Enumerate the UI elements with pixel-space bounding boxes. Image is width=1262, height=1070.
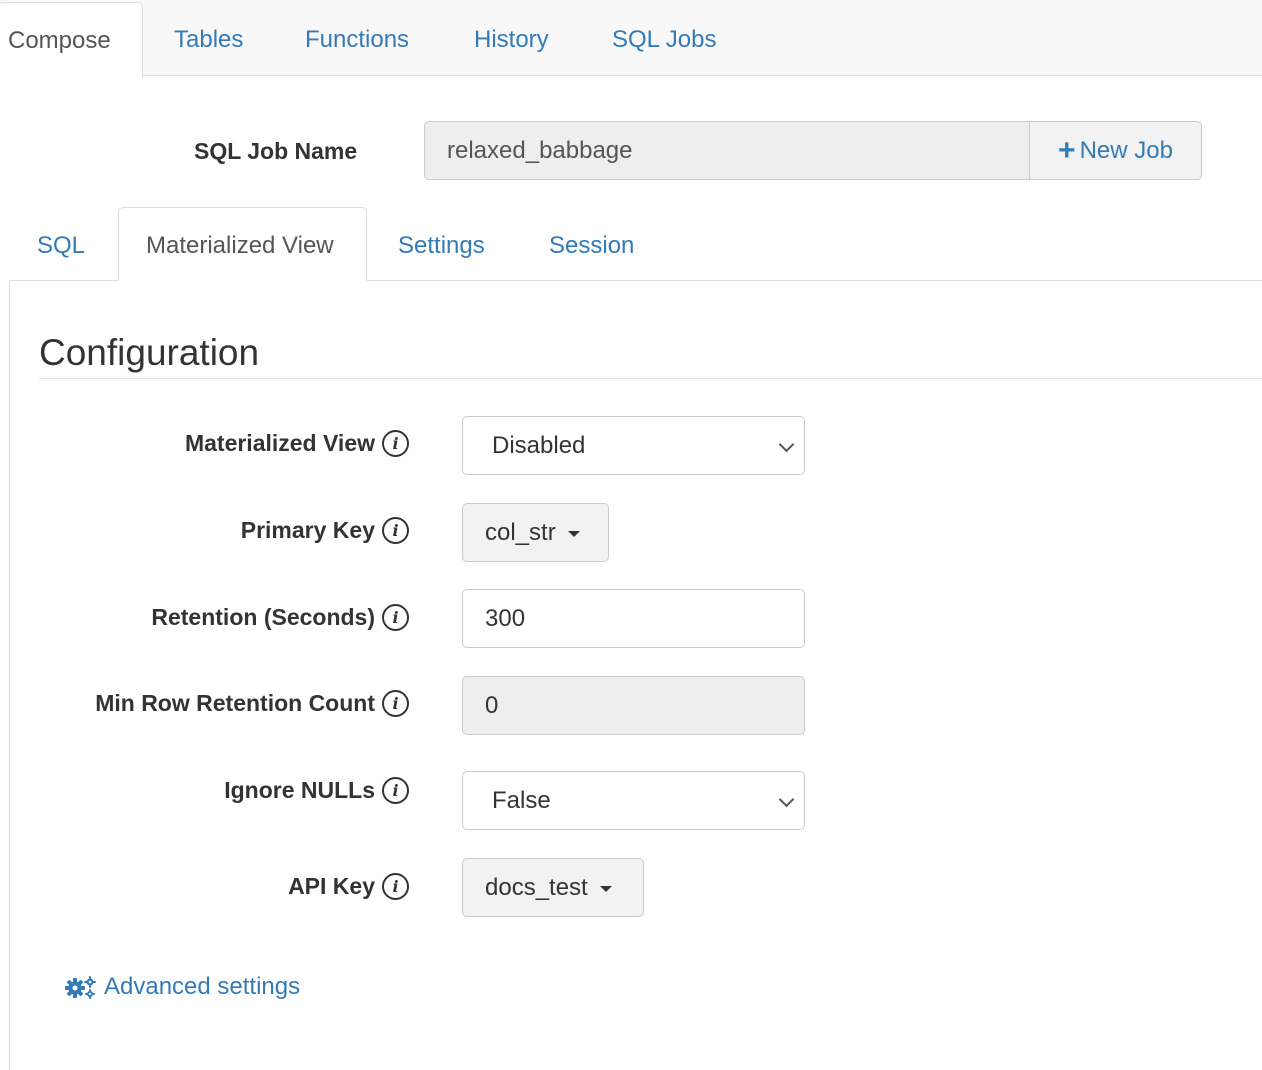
chevron-down-icon (778, 791, 795, 808)
ignore-nulls-select[interactable]: False (462, 771, 805, 830)
section-divider (39, 378, 1262, 379)
primary-key-dropdown[interactable]: col_str (462, 503, 609, 562)
tab-sql[interactable]: SQL (37, 232, 85, 260)
info-icon[interactable]: i (382, 690, 409, 717)
top-tab-bar: Compose Tables Functions History SQL Job… (0, 0, 1262, 77)
materialized-view-value: Disabled (492, 432, 586, 459)
min-row-retention-input: 0 (462, 676, 805, 735)
panel-border (9, 281, 10, 1070)
job-name-input[interactable]: relaxed_babbage (424, 121, 1030, 180)
tab-sql-jobs[interactable]: SQL Jobs (612, 26, 717, 54)
new-job-label: New Job (1079, 137, 1173, 164)
info-icon[interactable]: i (382, 873, 409, 900)
api-key-value: docs_test (485, 874, 588, 901)
retention-input[interactable]: 300 (462, 589, 805, 648)
tab-tables[interactable]: Tables (174, 26, 243, 54)
plus-icon: + (1058, 134, 1076, 167)
api-key-label-text: API Key (288, 873, 375, 899)
primary-key-label-text: Primary Key (240, 517, 375, 543)
job-name-group: relaxed_babbage + New Job (424, 121, 1202, 180)
ignore-nulls-label-text: Ignore NULLs (224, 777, 375, 803)
api-key-dropdown[interactable]: docs_test (462, 858, 644, 917)
materialized-view-select[interactable]: Disabled (462, 416, 805, 475)
job-name-label: SQL Job Name (194, 138, 358, 164)
ignore-nulls-value: False (492, 787, 551, 814)
info-icon[interactable]: i (382, 430, 409, 457)
info-icon[interactable]: i (382, 604, 409, 631)
info-icon[interactable]: i (382, 777, 409, 804)
primary-key-value: col_str (485, 519, 556, 546)
advanced-settings-label: Advanced settings (104, 973, 301, 1000)
tab-settings[interactable]: Settings (398, 232, 485, 260)
tab-history[interactable]: History (474, 26, 549, 54)
retention-label: Retention (Seconds) i (151, 604, 409, 631)
tab-compose-label: Compose (8, 27, 111, 54)
ignore-nulls-label: Ignore NULLs i (224, 777, 409, 804)
min-row-retention-label: Min Row Retention Count i (95, 690, 409, 717)
caret-down-icon (599, 885, 612, 892)
min-row-retention-label-text: Min Row Retention Count (95, 690, 375, 716)
section-title: Configuration (39, 332, 260, 373)
retention-label-text: Retention (Seconds) (151, 604, 375, 630)
caret-down-icon (567, 530, 580, 537)
tab-compose[interactable]: Compose (0, 2, 143, 77)
materialized-view-label-text: Materialized View (184, 430, 375, 456)
new-job-button[interactable]: + New Job (1029, 121, 1202, 180)
chevron-down-icon (778, 436, 795, 453)
tab-materialized-view[interactable]: Materialized View (118, 207, 367, 281)
sub-tab-bar: SQL Materialized View Settings Session (10, 206, 1262, 281)
gears-icon (65, 976, 96, 999)
primary-key-label: Primary Key i (241, 517, 409, 544)
tab-materialized-view-label: Materialized View (146, 232, 334, 259)
materialized-view-label: Materialized View i (185, 430, 409, 457)
api-key-label: API Key i (288, 873, 409, 900)
advanced-settings-link[interactable]: Advanced settings (64, 973, 300, 1001)
tab-functions[interactable]: Functions (305, 26, 409, 54)
info-icon[interactable]: i (382, 517, 409, 544)
tab-session[interactable]: Session (549, 232, 634, 260)
